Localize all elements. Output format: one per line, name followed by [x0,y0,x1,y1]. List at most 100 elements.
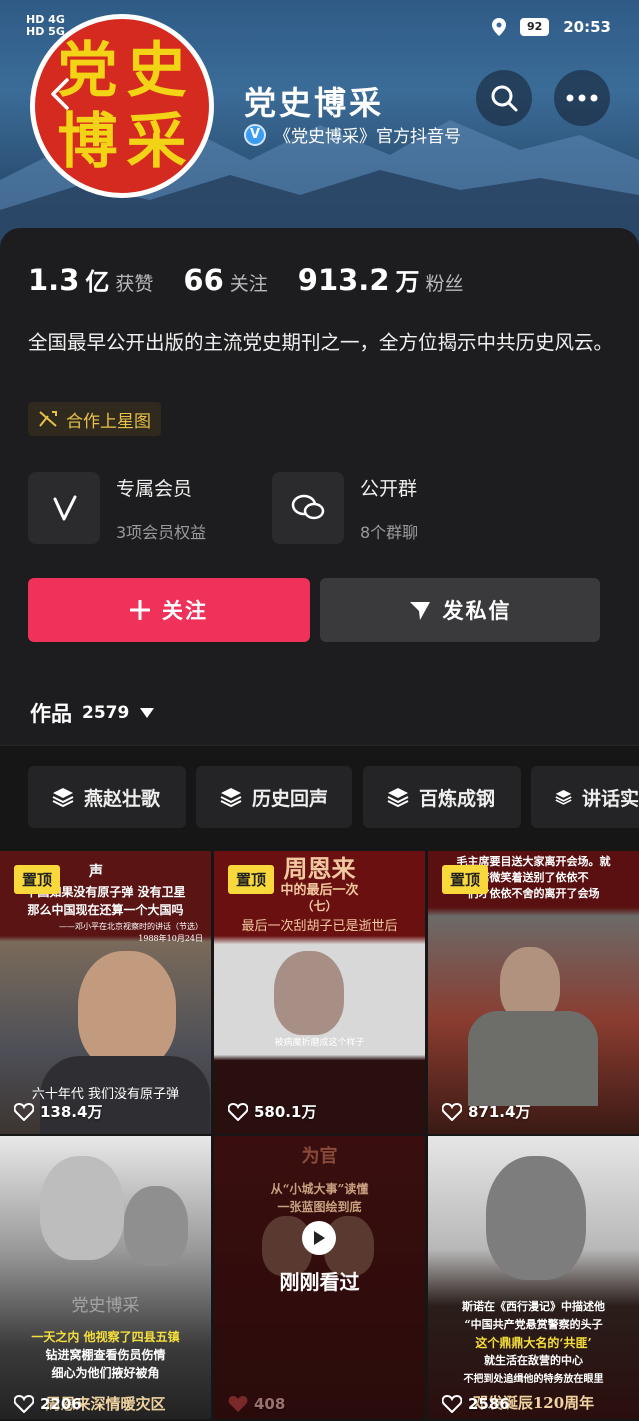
member-icon-box [28,472,100,544]
collection-chip-4-label: 讲话实 [581,787,639,810]
likes-count: 2206 [14,1395,82,1413]
collection-chip-2[interactable]: 历史回声 [196,766,352,828]
stat-likes-unit: 亿 [85,268,110,296]
collection-chip-3[interactable]: 百炼成钢 [363,766,521,828]
group-text: 公开群 8个群聊 [360,474,418,543]
likes-count: 580.1万 [228,1101,316,1122]
video-subtitle-top: 最后一次刮胡子已是逝世后 [241,919,398,934]
search-icon [491,85,518,112]
video-card[interactable]: 斯诺在《西行漫记》中描述他 “中国共产党悬赏警察的头子 这个鼎鼎大名的‘共匪’ … [428,1136,639,1419]
stat-following-label: 关注 [229,273,268,295]
stat-followers[interactable]: 913.2 万 粉丝 [298,262,464,297]
pinned-badge: 置顶 [14,865,61,894]
chat-bubbles-icon [291,494,325,520]
video-subtitle-top: 这个鼎鼎大名的‘共匪’ [475,1336,592,1350]
person-figure [500,947,560,1021]
stat-likes[interactable]: 1.3 亿 获赞 [28,262,153,297]
person-body [468,1011,598,1106]
video-card[interactable]: 毛主席要目送大家离开会场。就 席微笑着送别了依依不 们才依依不舍的离开了会场 置… [428,851,639,1134]
message-label: 发私信 [442,599,512,623]
stat-followers-num: 913.2 [297,263,390,297]
works-selector[interactable]: 作品 2579 [30,698,155,728]
search-button[interactable] [476,70,532,126]
status-right: 92 20:53 [491,18,611,36]
watermark-brand: 党史博采 [71,1296,140,1316]
member-text: 专属会员 3项会员权益 [116,474,206,543]
stat-likes-label: 获赞 [115,273,154,295]
stats-row: 1.3 亿 获赞 66 关注 913.2 万 粉丝 [28,262,464,297]
stat-following-num: 66 [183,263,224,297]
layers-icon [220,788,242,808]
layers-icon [555,790,572,805]
play-icon [314,1231,325,1245]
layers-icon [52,788,74,808]
video-subtitle-3: 不把到处追缉他的特务放在眼里 [463,1374,604,1385]
member-title: 专属会员 [116,477,193,500]
follow-label: 关注 [162,599,208,623]
member-feature[interactable]: 专属会员 3项会员权益 [28,472,206,544]
profile-banner: HD 4G HD 5G 92 20:53 党 史 博 采 党史博采 V 《党史博… [0,0,639,260]
heart-icon [14,1395,34,1413]
stat-followers-label: 粉丝 [425,273,464,295]
works-count: 2579 [82,703,130,723]
star-map-icon [39,411,57,427]
cooperation-tag[interactable]: 合作上星图 [28,402,161,436]
location-icon [491,18,506,36]
video-headline-2: （七） [301,899,338,913]
cooperation-tag-label: 合作上星图 [66,411,151,432]
person-figure [78,951,176,1069]
likes-value: 2206 [40,1395,82,1413]
clock: 20:53 [563,18,611,36]
network-line-2: HD 5G [26,25,65,38]
play-button[interactable] [302,1221,336,1255]
person-figure [274,951,344,1035]
video-date: 1988年10月24日 [138,934,203,943]
likes-count: 871.4万 [442,1101,530,1122]
video-card[interactable]: 党史博采 一天之内 他视察了四县五镇 钻进窝棚查看伤员伤情 细心为他们掖好被角 … [0,1136,211,1419]
heart-icon [442,1395,462,1413]
collection-chip-1[interactable]: 燕赵壮歌 [28,766,186,828]
group-subtitle: 8个群聊 [360,522,419,542]
likes-value: 138.4万 [40,1103,103,1121]
video-headline-1: 一天之内 他视察了四县五镇 [31,1330,180,1344]
message-button[interactable]: 发私信 [320,578,600,642]
video-source: ——邓小平在北京视察时的讲话（节选） [59,922,203,931]
heart-filled-icon [228,1396,248,1412]
stat-following[interactable]: 66 关注 [183,263,267,297]
works-label: 作品 [30,702,72,726]
battery-indicator: 92 [519,18,550,36]
profile-card: 1.3 亿 获赞 66 关注 913.2 万 粉丝 全国最早公开出版的主流党史期刊之… [0,228,639,748]
video-top-text: 为官 [301,1146,338,1167]
stat-likes-num: 1.3 [28,263,80,297]
likes-count: 408 [228,1395,285,1413]
group-icon-box [272,472,344,544]
person-figure [124,1186,188,1266]
more-dots-icon [566,94,598,102]
video-card[interactable]: 周恩来 中的最后一次 （七） 最后一次刮胡子已是逝世后 被病魔折磨成这个样子 置… [214,851,425,1134]
collection-chip-1-label: 燕赵壮歌 [84,787,161,810]
video-headline-1: 从“小城大事”读懂 [270,1182,369,1196]
video-subtitle-2: 就生活在敌营的中心 [484,1354,583,1367]
collection-chip-4[interactable]: 讲话实 [531,766,639,828]
heart-icon [14,1102,34,1121]
bio-text: 全国最早公开出版的主流党史期刊之一，全方位揭示中共历史风云。 [28,331,614,354]
video-card[interactable]: 声 中国如果没有原子弹 没有卫星 那么中国现在还算一个大国吗 ——邓小平在北京视… [0,851,211,1134]
likes-value: 871.4万 [468,1103,531,1121]
member-v-icon [53,495,77,521]
chevron-left-icon [51,78,69,110]
stat-followers-unit: 万 [395,268,420,296]
recently-watched-label: 刚刚看过 [279,1270,360,1294]
video-subtitle-top: 细心为他们掖好被角 [51,1366,160,1380]
person-figure [40,1156,124,1260]
avatar-char-4: 采 [126,106,187,177]
heart-icon [442,1102,462,1121]
back-button[interactable] [38,66,82,122]
video-subtitle: 被病魔折磨成这个样子 [274,1038,365,1048]
video-card[interactable]: 为官 从“小城大事”读懂 一张蓝图绘到底 刚刚看过 408 [214,1136,425,1419]
verified-info: V 《党史博采》官方抖音号 [244,122,461,147]
group-feature[interactable]: 公开群 8个群聊 [272,472,418,544]
video-headline-2: “中国共产党悬赏警察的头子 [464,1318,603,1331]
more-button[interactable] [554,70,610,126]
send-icon [409,602,430,620]
follow-button[interactable]: 关注 [28,578,310,642]
